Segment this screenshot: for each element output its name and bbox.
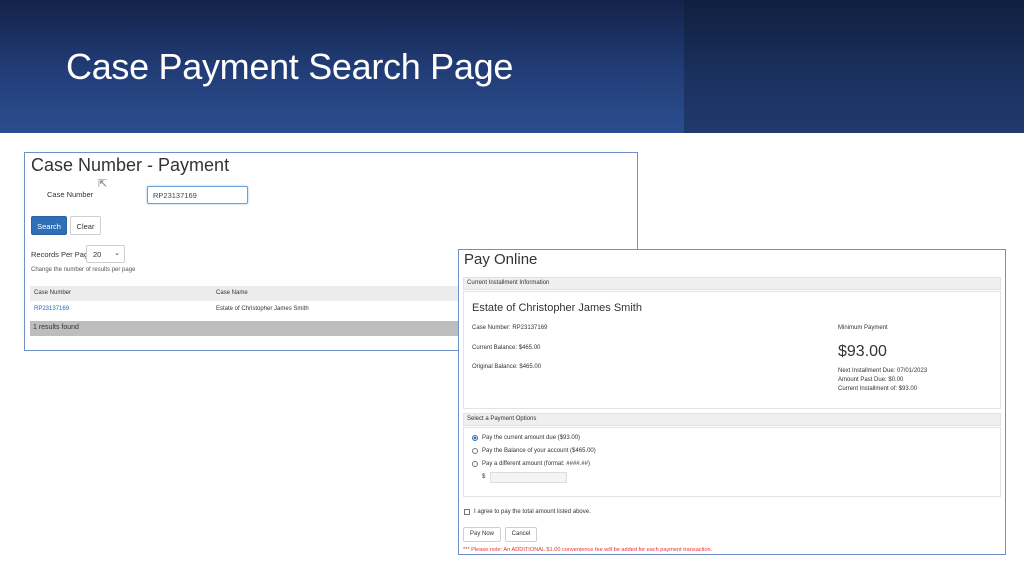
- option-current-amount: Pay the current amount due ($93.00): [482, 435, 581, 441]
- other-amount-input[interactable]: [490, 472, 567, 483]
- estate-name: Estate of Christopher James Smith: [472, 302, 642, 314]
- case-number-info: Case Number: RP23137169: [472, 325, 548, 331]
- results-count: 1 results found: [33, 324, 79, 331]
- search-button[interactable]: Search: [31, 216, 67, 235]
- current-installment: Current Installment of: $93.00: [838, 386, 918, 392]
- radio-current-amount[interactable]: [472, 435, 478, 441]
- option-different-amount: Pay a different amount (format: ####.##): [482, 461, 590, 467]
- dollar-sign: $: [482, 474, 486, 480]
- payment-options-title: Select a Payment Options: [467, 416, 537, 422]
- installment-section-title: Current Installment Information: [467, 280, 550, 286]
- panel-title: Case Number - Payment: [31, 155, 230, 175]
- convenience-fee-note: *** Please note: An ADDITIONAL $1.00 con…: [463, 547, 713, 553]
- radio-different-amount[interactable]: [472, 461, 478, 467]
- records-per-page-select[interactable]: 20 ⌄: [86, 245, 125, 263]
- mouse-cursor-icon: ⇱: [98, 178, 108, 190]
- option-balance: Pay the Balance of your account ($465.00…: [482, 448, 596, 454]
- slide-title: Case Payment Search Page: [66, 46, 514, 87]
- results-footer: 1 results found: [30, 321, 460, 336]
- pay-online-panel: Pay Online Current Installment Informati…: [458, 249, 1006, 555]
- installment-info-box: Estate of Christopher James Smith Case N…: [463, 291, 1001, 409]
- radio-balance[interactable]: [472, 448, 478, 454]
- original-balance: Original Balance: $465.00: [472, 364, 542, 370]
- clear-button[interactable]: Clear: [70, 216, 101, 235]
- results-table-header: Case Number Case Name: [30, 286, 460, 301]
- pay-now-button[interactable]: Pay Now: [463, 527, 501, 542]
- installment-section-header: Current Installment Information: [463, 277, 1001, 290]
- records-per-page-label: Records Per Page: [31, 250, 93, 259]
- next-installment-due: Next Installment Due: 07/01/2023: [838, 368, 928, 374]
- minimum-payment-amount: $93.00: [838, 343, 887, 360]
- chevron-down-icon: ⌄: [114, 250, 120, 257]
- column-header-case-number: Case Number: [34, 290, 72, 296]
- case-number-link[interactable]: RP23137169: [34, 306, 69, 312]
- column-header-case-name: Case Name: [216, 290, 248, 296]
- current-balance: Current Balance: $465.00: [472, 345, 541, 351]
- payment-options-header: Select a Payment Options: [463, 413, 1001, 426]
- case-name-cell: Estate of Christopher James Smith: [216, 306, 309, 312]
- case-number-input[interactable]: RP23137169: [147, 186, 248, 204]
- cancel-button[interactable]: Cancel: [505, 527, 537, 542]
- slide: Case Payment Search Page Case Number - P…: [0, 0, 1024, 576]
- header-banner-accent: [684, 0, 1024, 133]
- pay-online-title: Pay Online: [464, 251, 538, 268]
- records-hint: Change the number of results per page: [31, 267, 136, 273]
- payment-options-box: Pay the current amount due ($93.00) Pay …: [463, 427, 1001, 497]
- agree-checkbox[interactable]: [464, 509, 470, 515]
- case-number-label: Case Number: [47, 190, 94, 199]
- amount-past-due: Amount Past Due: $0.00: [838, 377, 904, 383]
- agree-label: I agree to pay the total amount listed a…: [474, 509, 591, 515]
- records-per-page-value: 20: [93, 250, 102, 259]
- minimum-payment-label: Minimum Payment: [838, 325, 888, 331]
